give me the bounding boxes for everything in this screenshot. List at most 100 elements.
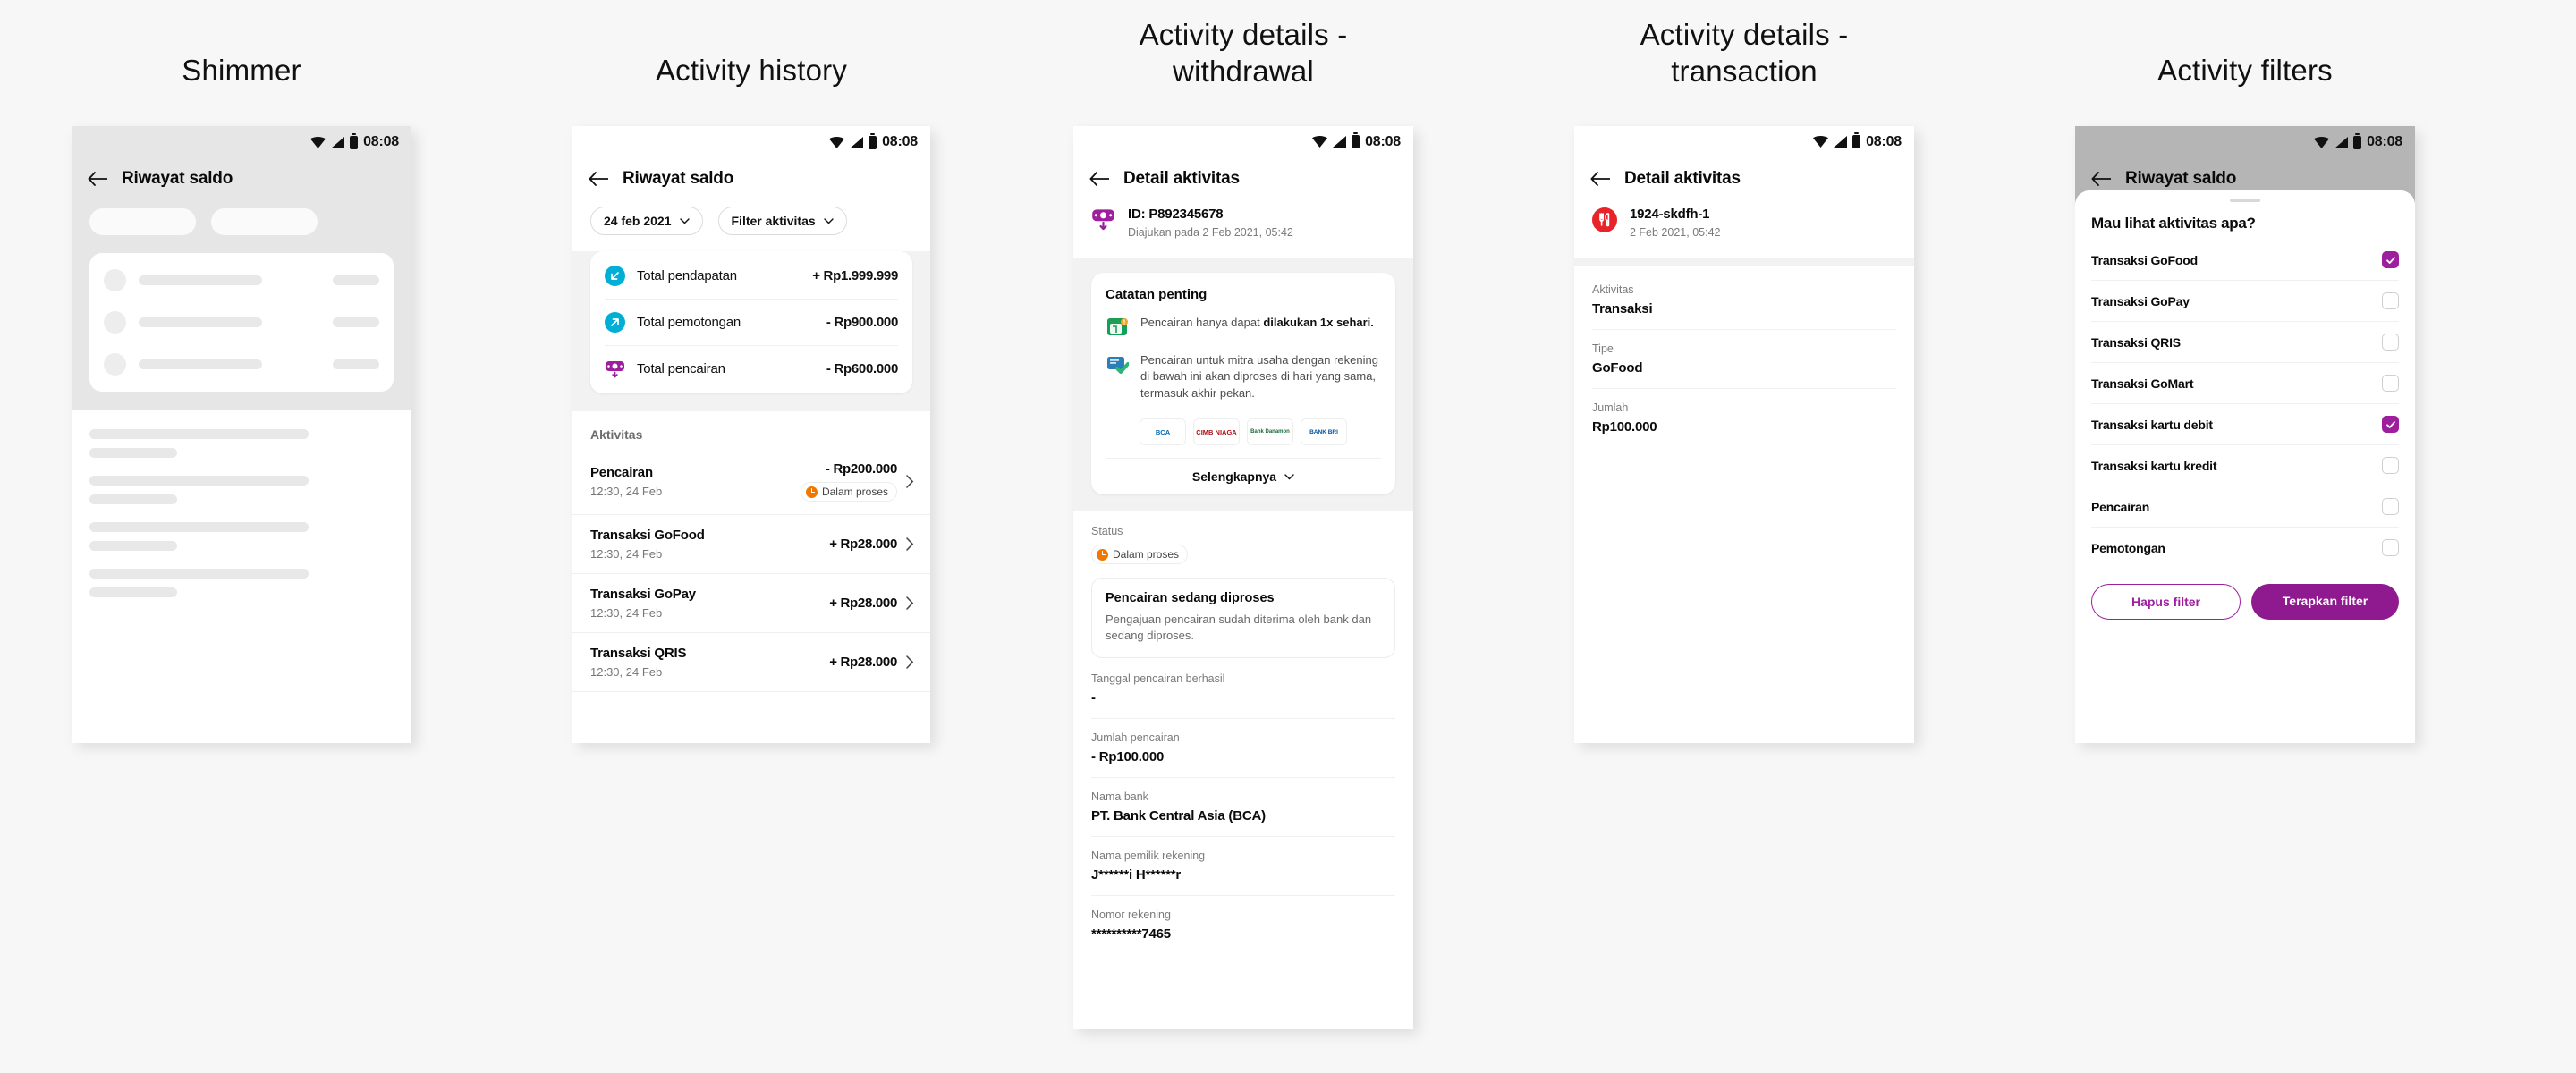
filter-option-transaksi-gofood[interactable]: Transaksi GoFood	[2091, 240, 2399, 282]
skeleton-line	[333, 359, 379, 370]
list-item[interactable]: Transaksi QRIS 12:30, 24 Feb + Rp28.000	[572, 633, 930, 693]
date-filter-chip[interactable]: 24 feb 2021	[590, 207, 703, 236]
status-badge-label: Dalam proses	[1113, 548, 1180, 562]
note-text-bold: dilakukan 1x sehari.	[1263, 315, 1374, 329]
shimmer-header: Riwayat saldo	[72, 158, 411, 410]
skeleton-list-item	[89, 476, 394, 505]
back-arrow-icon[interactable]	[1089, 171, 1109, 186]
note-title: Catatan penting	[1106, 286, 1208, 302]
filter-bottom-sheet: Mau lihat aktivitas apa? Transaksi GoFoo…	[2075, 190, 2415, 744]
list-item-text: Transaksi QRIS 12:30, 24 Feb	[590, 646, 820, 679]
withdrawal-money-icon	[606, 361, 624, 378]
detail-header: ID: P892345678 Diajukan pada 2 Feb 2021,…	[1073, 203, 1413, 258]
important-note-card: Catatan penting Pencairan hanya dapat di…	[1091, 272, 1395, 495]
sheet-action-row: Hapus filter Terapkan filter	[2091, 568, 2399, 621]
signal-icon	[331, 136, 345, 148]
summary-row-deduction: Total pemotongan - Rp900.000	[605, 300, 898, 347]
list-item-right: + Rp28.000	[829, 655, 897, 670]
section-title-aktivitas: Aktivitas	[590, 427, 643, 443]
clear-filter-button[interactable]: Hapus filter	[2091, 584, 2241, 621]
activity-submitted-date: Diajukan pada 2 Feb 2021, 05:42	[1128, 225, 1293, 239]
activity-filter-chip[interactable]: Filter aktivitas	[717, 207, 847, 236]
checkbox-unchecked[interactable]	[2382, 292, 2399, 310]
filter-option-label: Transaksi kartu debit	[2091, 417, 2213, 432]
arrow-up-right-circle-icon	[605, 312, 625, 334]
summary-value: - Rp900.000	[826, 315, 898, 331]
checkbox-unchecked[interactable]	[2382, 457, 2399, 475]
list-item-title: Transaksi GoPay	[590, 587, 696, 603]
summary-row-withdrawal: Total pencairan - Rp600.000	[605, 346, 898, 392]
shimmer-chip-row	[72, 203, 411, 236]
app-bar: Detail aktivitas	[1574, 158, 1914, 203]
back-arrow-icon[interactable]	[2091, 172, 2111, 187]
checkbox-unchecked[interactable]	[2382, 498, 2399, 516]
note-text-plain: Pencairan hanya dapat	[1140, 315, 1264, 329]
status-bar: 08:08	[72, 126, 411, 159]
list-item-right: + Rp28.000	[829, 596, 897, 611]
checkbox-checked[interactable]	[2382, 416, 2399, 434]
summary-row-income: Total pendapatan + Rp1.999.999	[605, 253, 898, 300]
wifi-icon	[2314, 136, 2330, 148]
arrow-down-left-circle-icon	[605, 266, 625, 287]
phone-withdrawal-details: 08:08 Detail aktivitas ID: P892345678 Di…	[1073, 125, 1413, 1029]
field-nomor-rekening: Nomor rekening **********7465	[1091, 896, 1395, 954]
show-more-button[interactable]: Selengkapnya	[1106, 458, 1381, 494]
field-value: -	[1091, 690, 1096, 706]
column-activity-filters: Activity filters 08:08 Riwayat saldo Mau…	[2075, 0, 2415, 744]
summary-value: - Rp600.000	[826, 361, 898, 377]
date-filter-label: 24 feb 2021	[604, 214, 672, 229]
battery-icon	[2353, 132, 2362, 149]
skeleton-line	[89, 587, 177, 598]
skeleton-line	[333, 317, 379, 328]
checkbox-unchecked[interactable]	[2382, 539, 2399, 557]
back-arrow-icon[interactable]	[88, 172, 107, 187]
status-info-body: Pengajuan pencairan sudah diterima oleh …	[1106, 612, 1372, 643]
chevron-down-icon	[823, 218, 834, 224]
column-title: Activity history	[655, 54, 848, 87]
skeleton-line	[139, 275, 262, 286]
detail-fields: Status Dalam proses Pencairan sedang dip…	[1073, 511, 1413, 955]
calendar-icon	[1107, 317, 1128, 335]
checkbox-unchecked[interactable]	[2382, 375, 2399, 393]
detail-fields: Aktivitas Transaksi Tipe GoFood Jumlah R…	[1574, 265, 1914, 447]
field-label: Aktivitas	[1592, 283, 1634, 296]
field-value: Rp100.000	[1592, 418, 1657, 435]
list-item-time: 12:30, 24 Feb	[590, 665, 663, 680]
back-arrow-icon[interactable]	[1590, 171, 1610, 186]
app-bar: Riwayat saldo	[72, 158, 411, 203]
skeleton-line	[89, 541, 177, 552]
column-withdrawal-details: Activity details - withdrawal 08:08 Deta…	[1073, 0, 1413, 1029]
battery-icon	[1852, 132, 1861, 148]
list-item[interactable]: Transaksi GoPay 12:30, 24 Feb + Rp28.000	[572, 574, 930, 634]
apply-filter-button[interactable]: Terapkan filter	[2251, 584, 2399, 621]
bank-logo-bri: BANK BRI	[1301, 418, 1347, 446]
filter-option-transaksi-gomart[interactable]: Transaksi GoMart	[2091, 363, 2399, 405]
column-title: Shimmer	[182, 54, 301, 87]
checkbox-checked[interactable]	[2382, 251, 2399, 269]
filter-option-pemotongan[interactable]: Pemotongan	[2091, 528, 2399, 568]
filter-option-transaksi-gopay[interactable]: Transaksi GoPay	[2091, 281, 2399, 323]
back-arrow-icon[interactable]	[589, 172, 608, 187]
phone-activity-history: 08:08 Riwayat saldo 24 feb 2021 Filter a…	[572, 126, 930, 744]
detail-header-text: 1924-skdfh-1 2 Feb 2021, 05:42	[1630, 207, 1720, 239]
filter-option-transaksi-kartu-kredit[interactable]: Transaksi kartu kredit	[2091, 445, 2399, 487]
skeleton-line	[89, 569, 309, 579]
filter-option-pencairan[interactable]: Pencairan	[2091, 486, 2399, 528]
list-item[interactable]: Transaksi GoFood 12:30, 24 Feb + Rp28.00…	[572, 515, 930, 575]
filter-option-transaksi-kartu-debit[interactable]: Transaksi kartu debit	[2091, 404, 2399, 446]
bank-card-check-icon	[1107, 356, 1129, 374]
skeleton-line	[139, 359, 262, 370]
field-tipe: Tipe GoFood	[1592, 330, 1896, 389]
skeleton-list-item	[89, 522, 394, 552]
checkbox-unchecked[interactable]	[2382, 334, 2399, 351]
phone-activity-filters: 08:08 Riwayat saldo Mau lihat aktivitas …	[2075, 126, 2415, 744]
list-item-right: - Rp200.000 Dalam proses	[800, 461, 897, 503]
list-item-amount: + Rp28.000	[829, 536, 897, 553]
list-item[interactable]: Pencairan 12:30, 24 Feb - Rp200.000 Dala…	[572, 449, 930, 516]
list-item-amount: - Rp200.000	[825, 461, 897, 477]
field-value: GoFood	[1592, 359, 1643, 376]
list-item-text: Pencairan 12:30, 24 Feb	[590, 465, 792, 498]
filter-option-transaksi-qris[interactable]: Transaksi QRIS	[2091, 322, 2399, 364]
signal-icon	[1834, 136, 1848, 148]
list-item-title: Transaksi GoFood	[590, 528, 705, 544]
